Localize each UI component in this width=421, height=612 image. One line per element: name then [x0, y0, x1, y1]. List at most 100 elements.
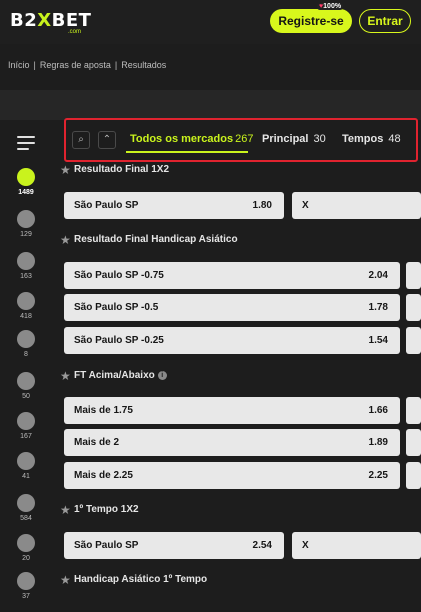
- login-button[interactable]: Entrar: [359, 9, 411, 33]
- brand-logo[interactable]: B2XBET .com: [10, 10, 91, 36]
- odds-row[interactable]: São Paulo SP 1.80: [64, 192, 284, 219]
- odds-row-draw[interactable]: X: [292, 192, 421, 219]
- sport-racing[interactable]: 8: [8, 330, 44, 358]
- collapse-all-icon[interactable]: ⌃: [98, 131, 116, 149]
- tab-main[interactable]: Principal 30: [262, 133, 326, 145]
- hockey-icon: [17, 372, 35, 390]
- selection-label: X: [302, 540, 309, 551]
- sport-esports[interactable]: 167: [8, 412, 44, 440]
- selection-label: São Paulo SP: [74, 200, 139, 211]
- sport-count: 1489: [18, 189, 34, 196]
- sport-futsal[interactable]: 41: [8, 452, 44, 480]
- selection-label: X: [302, 200, 309, 211]
- sport-count: 167: [20, 433, 32, 440]
- sport-tennis[interactable]: 418: [8, 292, 44, 320]
- racing-flag-icon: [17, 330, 35, 348]
- favorite-star-icon[interactable]: ★: [60, 369, 71, 383]
- sport-count: 41: [22, 473, 30, 480]
- odds-row-side[interactable]: [406, 262, 421, 289]
- selection-odd: 2.25: [368, 470, 388, 481]
- tab-all-markets[interactable]: Todos os mercados 267: [130, 133, 253, 145]
- selection-odd: 1.78: [368, 302, 388, 313]
- odds-row-draw[interactable]: X: [292, 532, 421, 559]
- sport-count: 129: [20, 231, 32, 238]
- register-button[interactable]: Registre-se: [270, 9, 352, 33]
- favorite-star-icon[interactable]: ★: [60, 573, 71, 587]
- logo-prefix: B2: [10, 10, 38, 31]
- tab-label: Todos os mercados: [130, 133, 234, 145]
- sport-count: 8: [24, 351, 28, 358]
- odds-row-side[interactable]: [406, 462, 421, 489]
- tab-count: 48: [388, 133, 401, 145]
- gamepad-icon: [17, 412, 35, 430]
- basketball-icon: [17, 252, 35, 270]
- odds-row[interactable]: São Paulo SP -0.5 1.78: [64, 294, 400, 321]
- sport-hockey[interactable]: 50: [8, 372, 44, 400]
- odds-row[interactable]: Mais de 1.75 1.66: [64, 397, 400, 424]
- sport-soccer[interactable]: 1489: [8, 168, 44, 196]
- sport-volleyball[interactable]: 129: [8, 210, 44, 238]
- bonus-badge-label: 100%: [323, 3, 342, 10]
- breadcrumb-home[interactable]: Início: [8, 60, 30, 70]
- markets-list: ★ Resultado Final 1X2 São Paulo SP 1.80 …: [60, 160, 421, 612]
- odds-row[interactable]: Mais de 2 1.89: [64, 429, 400, 456]
- tab-label: Tempos: [342, 133, 384, 145]
- search-icon[interactable]: ⌕: [72, 131, 90, 149]
- favorite-star-icon[interactable]: ★: [60, 233, 71, 247]
- table-tennis-icon: [17, 494, 35, 512]
- sport-count: 50: [22, 393, 30, 400]
- favorite-star-icon[interactable]: ★: [60, 503, 71, 517]
- tab-halves[interactable]: Tempos 48: [342, 133, 401, 145]
- breadcrumb-results[interactable]: Resultados: [121, 60, 166, 70]
- odds-row-side[interactable]: [406, 294, 421, 321]
- baseball-icon: [17, 572, 35, 590]
- active-tab-indicator: [126, 151, 248, 153]
- odds-row[interactable]: São Paulo SP -0.75 2.04: [64, 262, 400, 289]
- odds-row-side[interactable]: [406, 429, 421, 456]
- sport-american-football[interactable]: 20: [8, 534, 44, 562]
- volleyball-icon: [17, 210, 35, 228]
- tab-label: Principal: [262, 133, 309, 145]
- selection-odd: 1.80: [252, 200, 272, 211]
- selection-label: São Paulo SP -0.25: [74, 335, 164, 346]
- info-icon[interactable]: i: [157, 370, 167, 380]
- tennis-icon: [17, 292, 35, 310]
- market-title: 1º Tempo 1X2: [74, 504, 139, 515]
- soccer-icon: [17, 168, 35, 186]
- breadcrumb-separator: |: [114, 60, 118, 70]
- odds-row[interactable]: São Paulo SP 2.54: [64, 532, 284, 559]
- odds-row-side[interactable]: [406, 397, 421, 424]
- odds-row-side[interactable]: [406, 327, 421, 354]
- selection-odd: 1.66: [368, 405, 388, 416]
- match-banner: [0, 90, 421, 120]
- breadcrumb-separator: |: [33, 60, 36, 70]
- sport-table-tennis[interactable]: 584: [8, 494, 44, 522]
- selection-odd: 1.54: [368, 335, 388, 346]
- favorite-star-icon[interactable]: ★: [60, 163, 71, 177]
- logo-subtitle: .com: [68, 29, 82, 35]
- market-title: FT Acima/Abaixo: [74, 370, 155, 381]
- selection-odd: 2.04: [368, 270, 388, 281]
- market-title: Resultado Final 1X2: [74, 164, 170, 175]
- sport-baseball[interactable]: 37: [8, 572, 44, 600]
- selection-label: Mais de 1.75: [74, 405, 133, 416]
- selection-odd: 2.54: [252, 540, 272, 551]
- odds-row[interactable]: Mais de 2.25 2.25: [64, 462, 400, 489]
- selection-label: São Paulo SP -0.75: [74, 270, 164, 281]
- selection-label: São Paulo SP: [74, 540, 139, 551]
- market-title: Handicap Asiático 1º Tempo: [74, 574, 208, 585]
- market-title: Resultado Final Handicap Asiático: [74, 234, 238, 245]
- selection-label: Mais de 2.25: [74, 470, 133, 481]
- breadcrumb: Início | Regras de aposta | Resultados: [8, 60, 166, 70]
- hamburger-menu-icon[interactable]: [17, 136, 35, 150]
- sport-basketball[interactable]: 163: [8, 252, 44, 280]
- futsal-icon: [17, 452, 35, 470]
- market-title-wrap: FT Acima/Abaixo i: [74, 370, 167, 381]
- sports-rail: 1489 129 163 418 8 50 167 41 584 20 37: [0, 120, 52, 612]
- top-header: B2XBET .com Registre-se ♥100% Entrar: [0, 0, 421, 44]
- odds-row[interactable]: São Paulo SP -0.25 1.54: [64, 327, 400, 354]
- tab-count: 267: [235, 133, 254, 145]
- breadcrumb-betting-rules[interactable]: Regras de aposta: [40, 60, 111, 70]
- sport-count: 20: [22, 555, 30, 562]
- logo-x: X: [37, 10, 52, 31]
